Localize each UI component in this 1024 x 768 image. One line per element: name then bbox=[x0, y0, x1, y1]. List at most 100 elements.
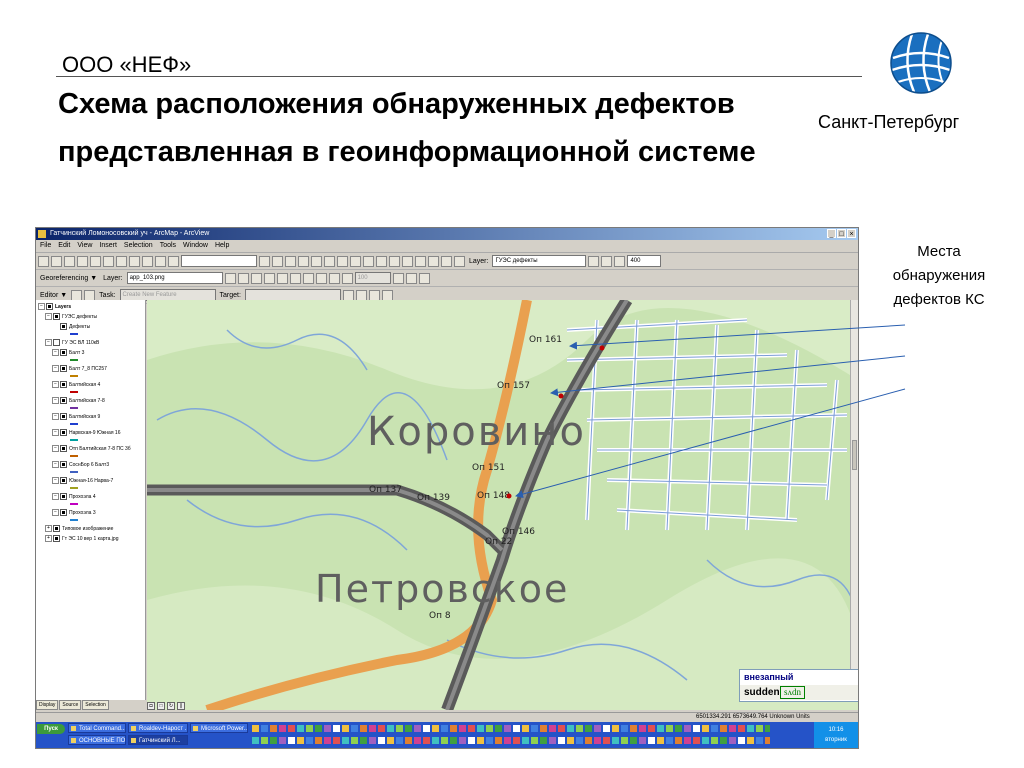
quick-launch-icon[interactable] bbox=[279, 725, 286, 732]
quick-launch-icon[interactable] bbox=[711, 725, 718, 732]
quick-launch-icon[interactable] bbox=[504, 737, 511, 744]
toc-layer-item[interactable]: − ГУЭС дефекты bbox=[45, 312, 97, 321]
quick-launch-icon[interactable] bbox=[594, 725, 601, 732]
quick-launch-icon[interactable] bbox=[333, 725, 340, 732]
split-tool-icon[interactable] bbox=[342, 289, 354, 301]
quick-launch-icon[interactable] bbox=[567, 725, 574, 732]
quick-launch-icon[interactable] bbox=[477, 725, 484, 732]
toc-expand-toggle[interactable]: − bbox=[52, 445, 59, 452]
toc-visibility-checkbox[interactable] bbox=[60, 413, 67, 420]
quick-launch-icon[interactable] bbox=[315, 725, 322, 732]
sketch-tool-icon[interactable] bbox=[84, 289, 96, 301]
taskbar-item-main-folder[interactable]: ОСНОВНЫЕ ПО... bbox=[68, 735, 126, 745]
menu-edit[interactable]: Edit bbox=[58, 240, 70, 252]
quick-launch-icon[interactable] bbox=[423, 737, 430, 744]
quick-launch-icon[interactable] bbox=[279, 737, 286, 744]
quick-launch-icon[interactable] bbox=[315, 737, 322, 744]
quick-launch-icon[interactable] bbox=[540, 725, 547, 732]
quick-launch-icon[interactable] bbox=[261, 725, 268, 732]
menu-selection[interactable]: Selection bbox=[124, 240, 153, 252]
open-icon[interactable] bbox=[51, 255, 62, 267]
quick-launch-icon[interactable] bbox=[468, 737, 475, 744]
quick-launch-icon[interactable] bbox=[630, 725, 637, 732]
paste-icon[interactable] bbox=[116, 255, 127, 267]
tab-selection[interactable]: Selection bbox=[82, 700, 109, 710]
toc-visibility-checkbox[interactable] bbox=[60, 349, 67, 356]
toc-expand-toggle[interactable]: − bbox=[52, 493, 59, 500]
toc-visibility-checkbox[interactable] bbox=[60, 381, 67, 388]
quick-launch-icon[interactable] bbox=[495, 725, 502, 732]
quick-launch-icon[interactable] bbox=[693, 725, 700, 732]
quick-launch-icon[interactable] bbox=[459, 725, 466, 732]
menu-tools[interactable]: Tools bbox=[160, 240, 176, 252]
quick-launch-icon[interactable] bbox=[648, 737, 655, 744]
toc-layer-item[interactable]: − Балт 7_8 ПС257 bbox=[52, 364, 107, 373]
view-link-table-icon[interactable] bbox=[263, 272, 275, 284]
measure-icon[interactable] bbox=[454, 255, 465, 267]
print-icon[interactable] bbox=[77, 255, 88, 267]
toc-expand-toggle[interactable]: − bbox=[38, 303, 45, 310]
toc-expand-toggle[interactable]: − bbox=[45, 339, 52, 346]
quick-launch-icon[interactable] bbox=[711, 737, 718, 744]
quick-launch-icon[interactable] bbox=[378, 737, 385, 744]
toc-layer-item[interactable]: − Отп Балтийская 7-8 ПС 3б bbox=[52, 444, 131, 453]
toc-visibility-checkbox[interactable] bbox=[53, 313, 60, 320]
toc-layer-item[interactable]: Дефекты bbox=[52, 322, 90, 331]
quick-launch-icon[interactable] bbox=[558, 737, 565, 744]
quick-launch-icon[interactable] bbox=[666, 737, 673, 744]
quick-launch-icon[interactable] bbox=[486, 737, 493, 744]
undo-icon[interactable] bbox=[142, 255, 153, 267]
raster-tool-3-icon[interactable] bbox=[302, 272, 314, 284]
layout-view-icon[interactable]: □ bbox=[157, 702, 165, 710]
find-icon[interactable] bbox=[441, 255, 452, 267]
quick-launch-icon[interactable] bbox=[729, 725, 736, 732]
quick-launch-icon[interactable] bbox=[387, 725, 394, 732]
quick-launch-icon[interactable] bbox=[270, 725, 277, 732]
toc-visibility-checkbox[interactable] bbox=[60, 365, 67, 372]
toc-layer-item[interactable]: + Типовое изображение bbox=[45, 524, 113, 533]
quick-launch-icon[interactable] bbox=[594, 737, 601, 744]
taskbar-item-roaldev[interactable]: Roaldev-Нарост ... bbox=[128, 723, 188, 733]
back-icon[interactable] bbox=[376, 255, 387, 267]
quick-launch-icon[interactable] bbox=[729, 737, 736, 744]
map-vertical-scrollbar[interactable] bbox=[850, 300, 858, 700]
quick-launch-icon[interactable] bbox=[504, 725, 511, 732]
map-scale-combo[interactable] bbox=[181, 255, 257, 267]
quick-launch-icon[interactable] bbox=[441, 737, 448, 744]
georef-scale-field[interactable]: 100 bbox=[354, 272, 391, 284]
edit-tool-icon[interactable] bbox=[71, 289, 83, 301]
copy-icon[interactable] bbox=[103, 255, 114, 267]
quick-launch-icon[interactable] bbox=[666, 725, 673, 732]
quick-launch-icon[interactable] bbox=[684, 737, 691, 744]
quick-launch-icon[interactable] bbox=[747, 725, 754, 732]
quick-launch-icon[interactable] bbox=[414, 737, 421, 744]
quick-launch-icon[interactable] bbox=[495, 737, 502, 744]
refresh-icon[interactable]: ↻ bbox=[167, 702, 175, 710]
quick-launch-icon[interactable] bbox=[621, 725, 628, 732]
quick-launch-icon[interactable] bbox=[765, 725, 770, 732]
editor-toolbar-icon[interactable] bbox=[259, 255, 270, 267]
toc-expand-toggle[interactable]: − bbox=[45, 313, 52, 320]
raster-tool-2-icon[interactable] bbox=[289, 272, 301, 284]
toc-visibility-checkbox[interactable] bbox=[53, 535, 60, 542]
quick-launch-icon[interactable] bbox=[720, 725, 727, 732]
quick-launch-icon[interactable] bbox=[342, 725, 349, 732]
map-canvas[interactable]: Коровино Петровское Оп 161 Оп 157 Оп 151… bbox=[147, 300, 858, 710]
toc-layer-item[interactable]: − Нарвская-9 Южная 16 bbox=[52, 428, 121, 437]
quick-launch-icon[interactable] bbox=[630, 737, 637, 744]
menu-file[interactable]: File bbox=[40, 240, 51, 252]
toc-expand-toggle[interactable]: − bbox=[52, 381, 59, 388]
quick-launch-icon[interactable] bbox=[252, 725, 259, 732]
toc-layer-item[interactable]: − Балтийская 7-8 bbox=[52, 396, 105, 405]
quick-launch-icon[interactable] bbox=[288, 725, 295, 732]
quick-launch-icon[interactable] bbox=[423, 725, 430, 732]
quick-launch-icon[interactable] bbox=[297, 737, 304, 744]
transparency-icon[interactable] bbox=[614, 255, 626, 267]
quick-launch-icon[interactable] bbox=[576, 737, 583, 744]
quick-launch-icon[interactable] bbox=[684, 725, 691, 732]
quick-launch-icon[interactable] bbox=[657, 737, 664, 744]
rotate-tool-icon[interactable] bbox=[355, 289, 367, 301]
contrast-icon[interactable] bbox=[588, 255, 600, 267]
raster-tool-5-icon[interactable] bbox=[328, 272, 340, 284]
shift-icon[interactable] bbox=[237, 272, 249, 284]
